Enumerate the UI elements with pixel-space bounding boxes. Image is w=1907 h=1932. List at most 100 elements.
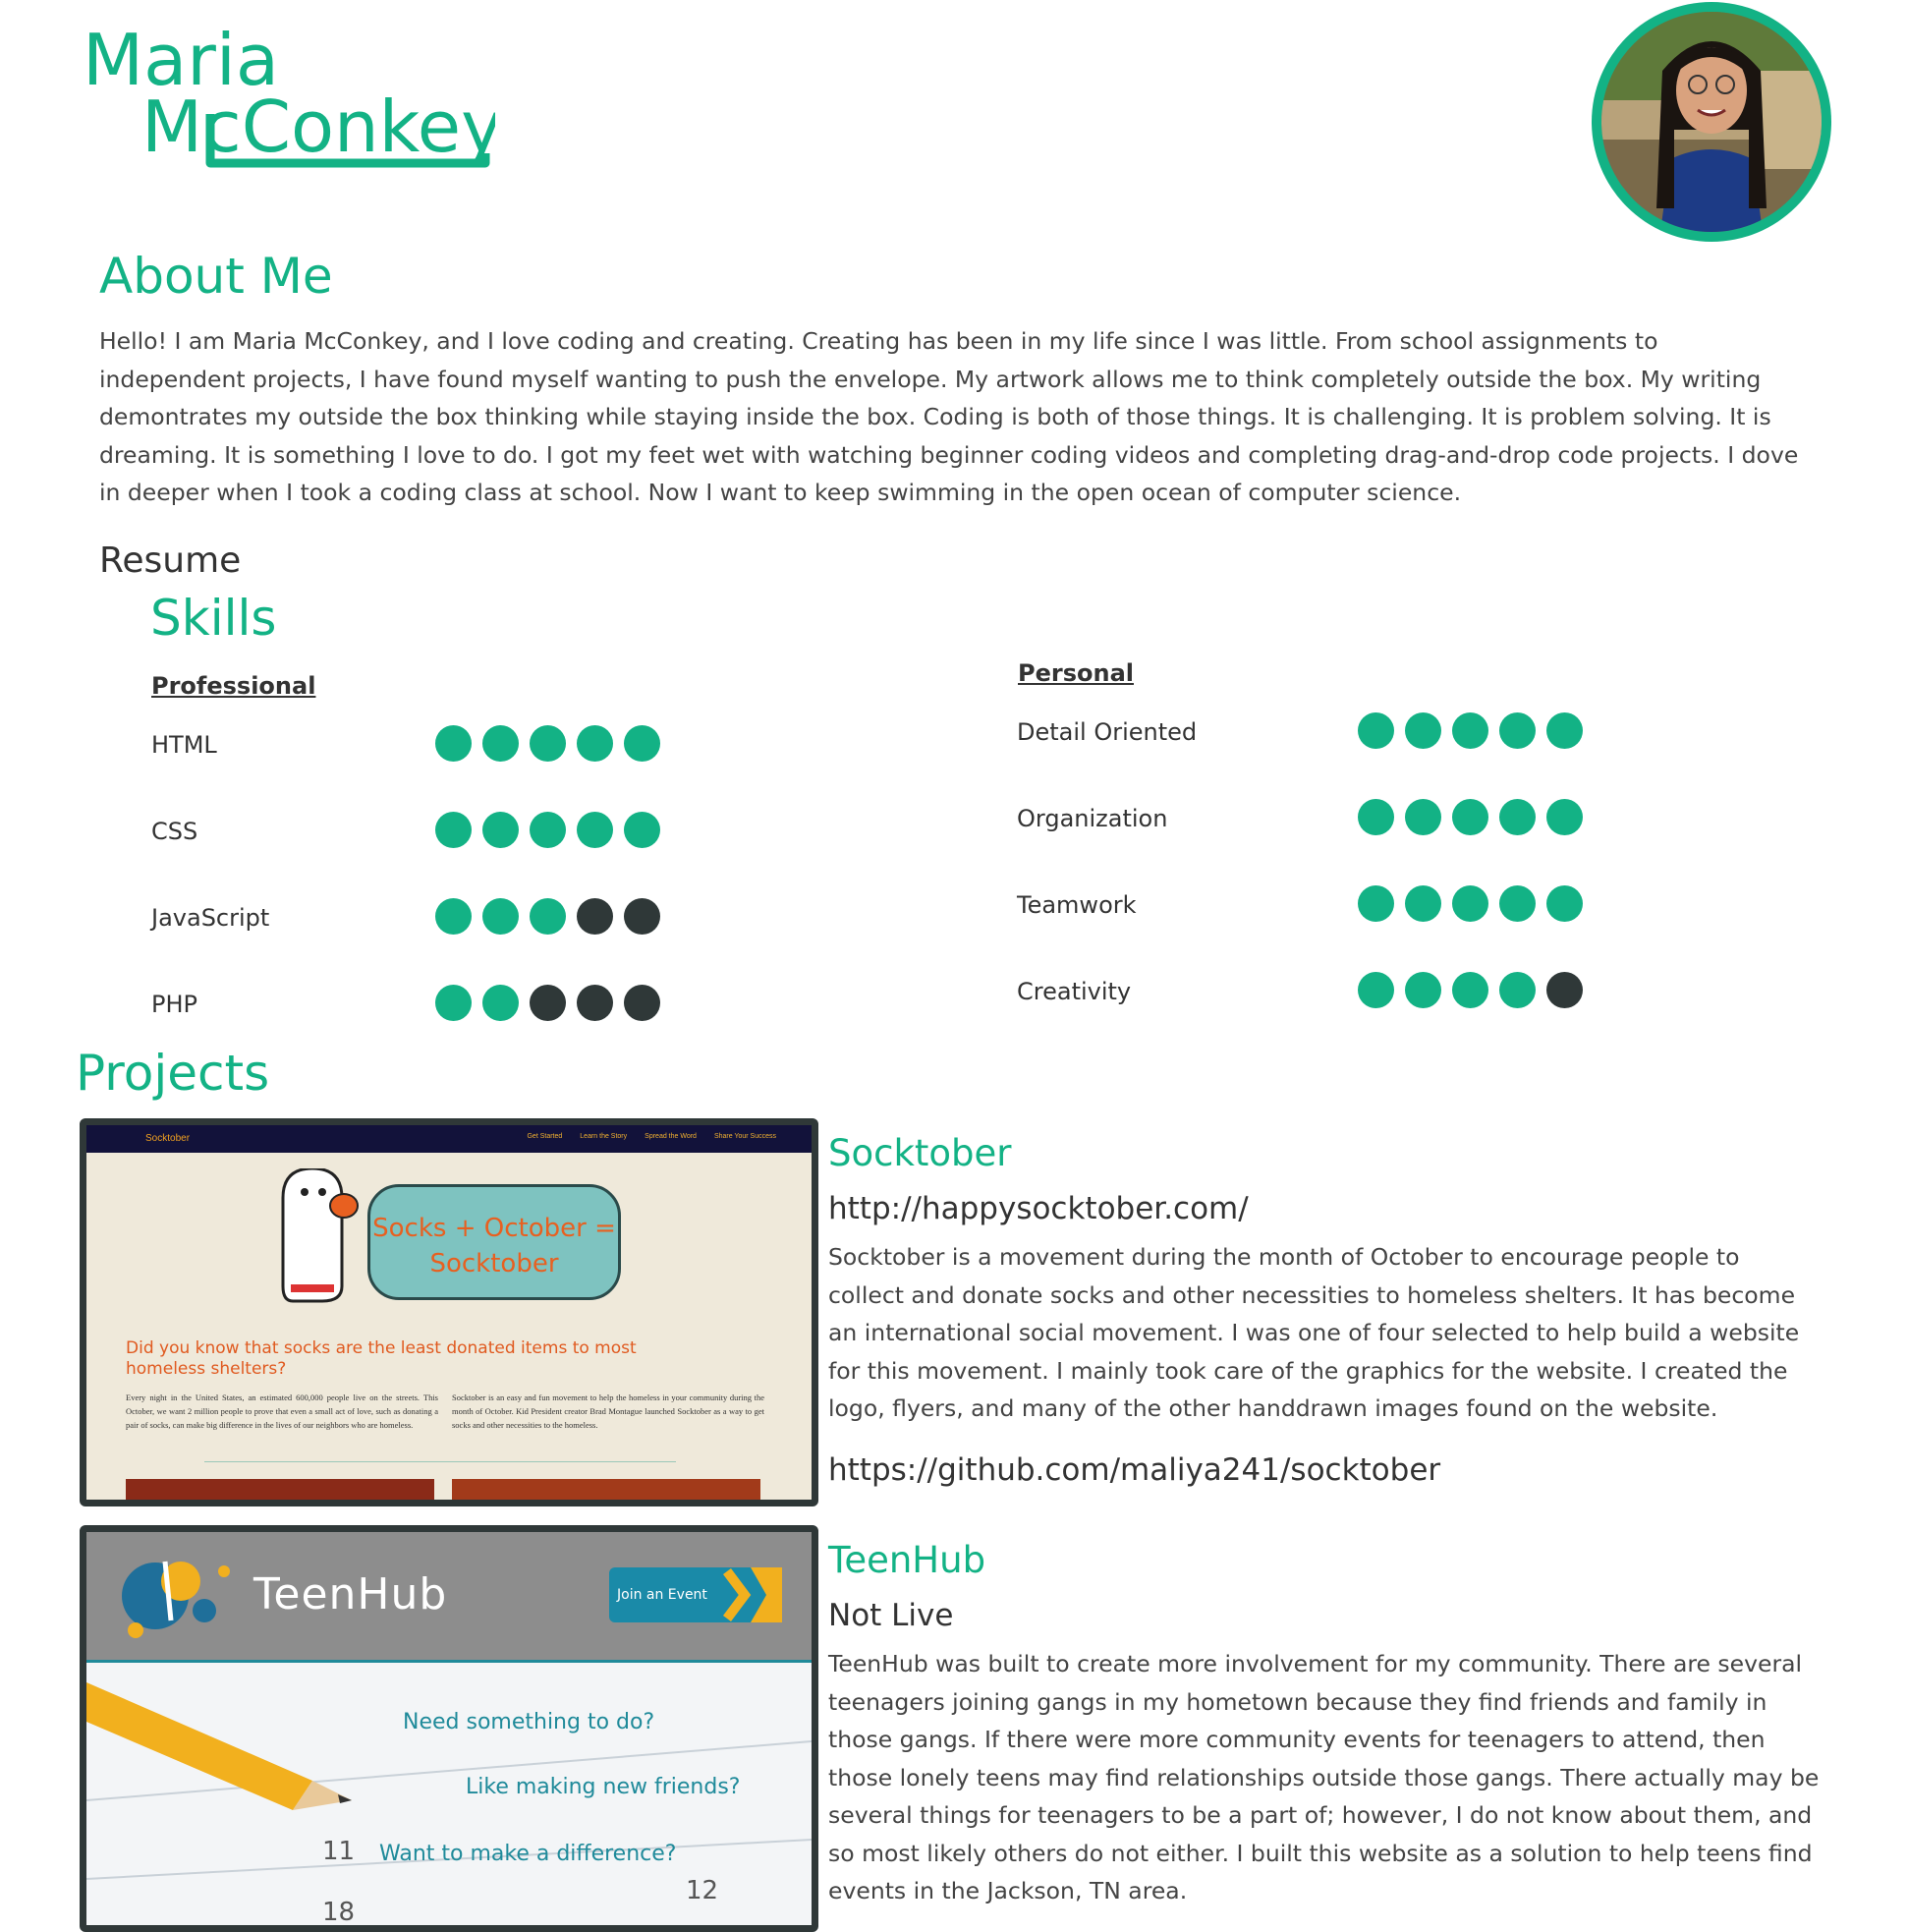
- socktober-speech-bubble: Socks + October = Socktober: [367, 1184, 621, 1300]
- socktober-nav-item: Learn the Story: [580, 1133, 628, 1140]
- skill-name: JavaScript: [151, 904, 270, 932]
- name-logo: Maria McConkey: [83, 14, 503, 171]
- rating-dot-filled: [1358, 972, 1394, 1008]
- skill-row: Organization: [1017, 799, 1583, 842]
- skill-row: HTML: [151, 725, 701, 768]
- skill-name: CSS: [151, 818, 198, 845]
- rating-dot-filled: [1546, 885, 1583, 922]
- project-title-teenhub: TeenHub: [828, 1539, 986, 1581]
- rating-dot-filled: [1546, 799, 1583, 835]
- resume-label: Resume: [99, 540, 242, 581]
- skill-row: PHP: [151, 985, 701, 1028]
- rating-dot-filled: [435, 985, 472, 1021]
- rating-dot-filled: [1499, 799, 1536, 835]
- profile-photo: [1592, 2, 1831, 242]
- rating-dot-filled: [577, 725, 613, 762]
- rating-dot-filled: [1405, 712, 1441, 749]
- socktober-screenshot: Socktober Get Started Learn the Story Sp…: [80, 1118, 818, 1506]
- rating-dot-filled: [482, 725, 519, 762]
- svg-text:25: 25: [234, 1925, 266, 1932]
- skill-rating: [1358, 972, 1583, 1008]
- socktober-bubble-line1: Socks + October =: [372, 1214, 616, 1243]
- socktober-nav-item: Share Your Success: [713, 1133, 776, 1140]
- skill-name: HTML: [151, 731, 217, 759]
- join-event-button: Join an Event: [609, 1567, 782, 1622]
- socktober-photo-right: [452, 1479, 760, 1500]
- rating-dot-filled: [1452, 885, 1488, 922]
- skill-row: CSS: [151, 812, 701, 855]
- socktober-question: Did you know that socks are the least do…: [126, 1338, 637, 1379]
- skill-rating: [1358, 799, 1583, 835]
- socktober-column-right: Socktober is an easy and fun movement to…: [452, 1392, 764, 1430]
- rating-dot-filled: [624, 725, 660, 762]
- rating-dot-filled: [1405, 885, 1441, 922]
- teenhub-logo-text: TeenHub: [253, 1569, 448, 1619]
- skill-name: Teamwork: [1017, 891, 1137, 919]
- personal-title: Personal: [1018, 659, 1134, 687]
- rating-dot-filled: [1405, 799, 1441, 835]
- skill-name: Organization: [1017, 805, 1168, 832]
- skills-heading: Skills: [150, 590, 277, 647]
- rating-dot-filled: [435, 812, 472, 848]
- rating-dot-filled: [1405, 972, 1441, 1008]
- socktober-photo-left: [126, 1479, 434, 1500]
- teenhub-hero: 11 18 12 25 19 Need something to do? Lik…: [86, 1663, 812, 1932]
- skill-name: Detail Oriented: [1017, 718, 1198, 746]
- socktober-repo-link[interactable]: https://github.com/maliya241/socktober: [828, 1452, 1440, 1488]
- paint-splash-icon: [122, 1561, 230, 1638]
- skill-rating: [435, 812, 660, 848]
- socktober-divider: [204, 1461, 676, 1462]
- skill-rating: [435, 898, 660, 935]
- rating-dot-filled: [1499, 712, 1536, 749]
- svg-text:12: 12: [686, 1876, 718, 1905]
- rating-dot-filled: [435, 898, 472, 935]
- rating-dot-filled: [1452, 972, 1488, 1008]
- rating-dot-filled: [530, 812, 566, 848]
- socktober-nav-item: Spread the Word: [645, 1133, 697, 1140]
- socktober-live-link[interactable]: http://happysocktober.com/: [828, 1191, 1249, 1226]
- teenhub-header: TeenHub Join an Event: [86, 1532, 812, 1663]
- skill-row: Creativity: [1017, 972, 1583, 1015]
- project-title-socktober: Socktober: [828, 1132, 1012, 1174]
- teenhub-screenshot: TeenHub Join an Event 11 18 12 25 19 Nee…: [80, 1525, 818, 1932]
- projects-heading: Projects: [76, 1045, 270, 1102]
- rating-dot-filled: [1546, 712, 1583, 749]
- svg-text:18: 18: [322, 1898, 355, 1927]
- socktober-nav-item: Get Started: [527, 1133, 563, 1140]
- skill-row: Teamwork: [1017, 885, 1583, 929]
- skill-rating: [435, 725, 660, 762]
- join-event-label: Join an Event: [617, 1587, 707, 1603]
- rating-dot-filled: [1499, 885, 1536, 922]
- socktober-column-left: Every night in the United States, an est…: [126, 1392, 438, 1430]
- socktober-description: Socktober is a movement during the month…: [828, 1243, 1800, 1422]
- skill-name: PHP: [151, 991, 197, 1018]
- socktober-navbar: Socktober Get Started Learn the Story Sp…: [86, 1125, 812, 1153]
- rating-dot-filled: [482, 985, 519, 1021]
- skill-name: Creativity: [1017, 978, 1132, 1005]
- skill-rating: [435, 985, 660, 1021]
- rating-dot-empty: [624, 898, 660, 935]
- rating-dot-filled: [482, 898, 519, 935]
- skill-row: JavaScript: [151, 898, 701, 941]
- chevron-right-icon: [723, 1567, 782, 1622]
- teenhub-description: TeenHub was built to create more involve…: [828, 1650, 1820, 1904]
- sock-puppet-illustration: [281, 1168, 359, 1303]
- teenhub-status: Not Live: [828, 1598, 954, 1633]
- skill-rating: [1358, 712, 1583, 749]
- rating-dot-filled: [624, 812, 660, 848]
- about-heading: About Me: [99, 248, 333, 305]
- rating-dot-empty: [530, 985, 566, 1021]
- name-line2: McConkey: [141, 85, 495, 168]
- rating-dot-filled: [530, 725, 566, 762]
- professional-title: Professional: [151, 672, 316, 700]
- rating-dot-empty: [1546, 972, 1583, 1008]
- rating-dot-filled: [1358, 799, 1394, 835]
- teenhub-line2: Like making new friends?: [466, 1775, 741, 1799]
- svg-text:11: 11: [322, 1837, 355, 1866]
- socktober-bubble-line2: Socktober: [429, 1249, 559, 1279]
- socktober-brand: Socktober: [145, 1133, 191, 1144]
- rating-dot-filled: [1452, 799, 1488, 835]
- rating-dot-filled: [1358, 885, 1394, 922]
- rating-dot-empty: [577, 985, 613, 1021]
- rating-dot-filled: [577, 812, 613, 848]
